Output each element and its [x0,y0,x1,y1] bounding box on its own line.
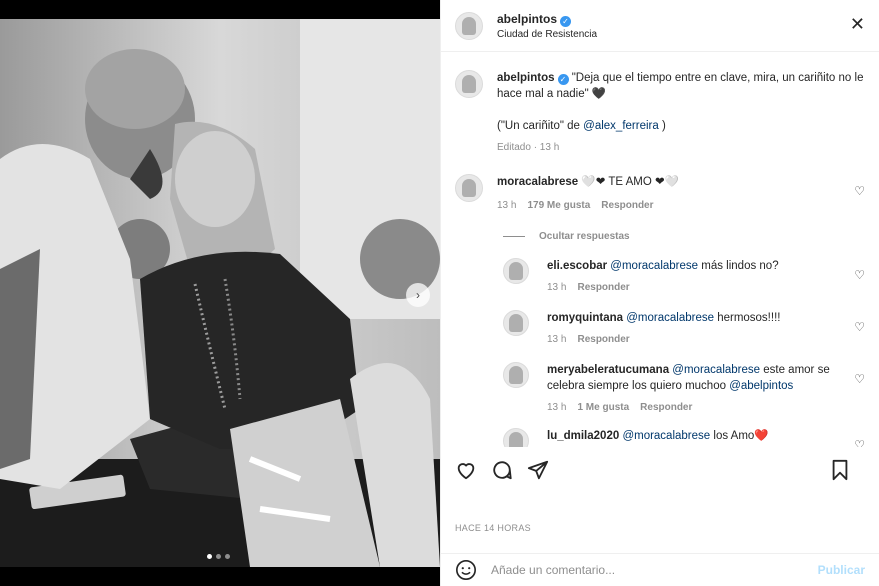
reply-button[interactable]: Responder [577,332,629,348]
like-heart-icon[interactable] [455,459,477,481]
reply-username[interactable]: romyquintana [547,312,623,324]
like-comment-heart-icon[interactable]: ♡ [854,320,865,334]
hide-replies-button[interactable]: Ocultar respuestas [503,231,865,242]
reply-time[interactable]: 13 h [547,332,566,348]
reply-username[interactable]: eli.escobar [547,260,607,272]
photo-illustration [0,19,440,567]
caption-credit-prefix: ("Un cariñito" de [497,120,584,132]
reply-button[interactable]: Responder [640,400,692,416]
reply-text: más lindos no? [698,260,779,272]
like-comment-heart-icon[interactable]: ♡ [854,184,865,198]
comment-text: 🤍❤ TE AMO ❤🤍 [581,176,679,188]
carousel-dot [207,554,212,559]
comments-list[interactable]: abelpintos ✓ "Deja que el tiempo entre en… [441,53,879,447]
mention-link[interactable]: @alex_ferreira [583,120,659,132]
mention-link[interactable]: @abelpintos [729,380,793,392]
emoji-icon[interactable] [455,559,477,581]
post-modal: › abelpintos ✓ Ciudad de Resistencia ✕ ab… [0,0,879,586]
avatar[interactable] [455,174,483,202]
comment-bubble-icon[interactable] [491,459,513,481]
avatar[interactable] [503,428,529,447]
carousel-dot [225,554,230,559]
reply-time[interactable]: 13 h [547,280,566,296]
reply-comment: eli.escobar @moracalabrese más lindos no… [503,258,865,296]
save-bookmark-icon[interactable] [829,459,851,481]
more-options-icon[interactable]: ✕ [850,14,865,35]
comment-likes[interactable]: 179 Me gusta [527,198,590,214]
mention-link[interactable]: @moracalabrese [610,260,698,272]
avatar[interactable] [455,11,483,40]
verified-badge-icon: ✓ [560,15,572,27]
reply-comment: romyquintana @moracalabrese hermosos!!!!… [503,310,865,348]
caption-credit-suffix: ) [658,120,666,132]
like-comment-heart-icon[interactable]: ♡ [854,268,865,282]
verified-badge-icon: ✓ [557,74,569,85]
hide-replies-label: Ocultar respuestas [539,231,630,242]
edited-timestamp[interactable]: Editado · 13 h [497,140,559,156]
reply-button[interactable]: Responder [601,198,653,214]
action-bar [455,455,865,485]
caption-username[interactable]: abelpintos [497,72,555,84]
details-panel: abelpintos ✓ Ciudad de Resistencia ✕ abel… [440,0,879,586]
mention-link[interactable]: @moracalabrese [672,364,760,376]
comment-username[interactable]: moracalabrese [497,176,578,188]
avatar[interactable] [503,362,529,388]
reply-username[interactable]: meryabeleratucumana [547,364,669,376]
share-paper-plane-icon[interactable] [527,459,549,481]
post-timestamp[interactable]: HACE 14 HORAS [455,523,531,533]
add-comment-bar: Publicar [441,553,879,586]
post-header: abelpintos ✓ Ciudad de Resistencia ✕ [441,0,879,52]
reply-time[interactable]: 13 h [547,400,566,416]
comment: moracalabrese 🤍❤ TE AMO ❤🤍 13 h 179 Me g… [455,174,865,214]
avatar[interactable] [455,70,483,98]
caption: abelpintos ✓ "Deja que el tiempo entre en… [455,70,865,156]
reply-comment: meryabeleratucumana @moracalabrese este … [503,362,865,416]
location-link[interactable]: Ciudad de Resistencia [497,29,597,40]
post-button[interactable]: Publicar [818,563,865,577]
reply-likes[interactable]: 1 Me gusta [577,400,629,416]
carousel-dots [207,554,230,559]
carousel-dot [216,554,221,559]
like-comment-heart-icon[interactable]: ♡ [854,438,865,447]
comment-time[interactable]: 13 h [497,198,516,214]
reply-username[interactable]: lu_dmila2020 [547,430,619,442]
reply-text: los Amo❤️ [710,430,769,442]
header-username[interactable]: abelpintos [497,12,557,26]
comment-input[interactable] [491,563,818,577]
avatar[interactable] [503,310,529,336]
like-comment-heart-icon[interactable]: ♡ [854,372,865,386]
post-photo[interactable] [0,19,440,567]
mention-link[interactable]: @moracalabrese [626,312,714,324]
avatar[interactable] [503,258,529,284]
mention-link[interactable]: @moracalabrese [622,430,710,442]
reply-button[interactable]: Responder [577,280,629,296]
carousel-next-button[interactable]: › [406,283,430,307]
reply-text: hermosos!!!! [714,312,781,324]
reply-comment: lu_dmila2020 @moracalabrese los Amo❤️ ♡ [503,428,865,447]
